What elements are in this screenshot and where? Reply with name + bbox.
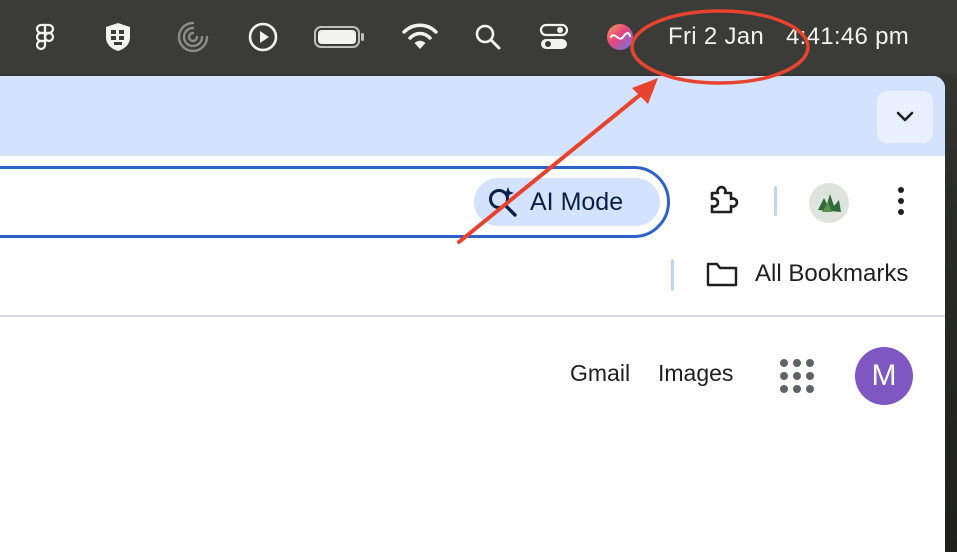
- all-bookmarks-label: All Bookmarks: [755, 260, 909, 287]
- ai-search-icon: [489, 187, 517, 217]
- activity-ring-icon[interactable]: [175, 20, 211, 54]
- puzzle-icon: [710, 185, 739, 214]
- extensions-button[interactable]: [703, 181, 743, 221]
- control-center-icon[interactable]: [538, 20, 570, 54]
- menu-bar-date[interactable]: Fri 2 Jan: [668, 20, 764, 54]
- more-vert-icon: [898, 187, 904, 215]
- ai-mode-label: AI Mode: [530, 187, 624, 216]
- profile-avatar[interactable]: [809, 183, 849, 223]
- profile-picture-icon: [818, 194, 841, 212]
- account-avatar[interactable]: M: [855, 347, 913, 405]
- all-bookmarks-button[interactable]: All Bookmarks: [705, 256, 908, 292]
- shield-grid-icon[interactable]: [101, 20, 135, 54]
- browser-toolbar: AI Mode: [0, 156, 945, 242]
- battery-icon[interactable]: [312, 20, 366, 54]
- page-content: Gmail Images M: [0, 317, 945, 552]
- toolbar-separator: [774, 186, 777, 216]
- ai-mode-button[interactable]: AI Mode: [474, 178, 660, 226]
- figma-icon[interactable]: [30, 20, 60, 54]
- gmail-link[interactable]: Gmail: [570, 360, 630, 387]
- chevron-down-icon: [896, 111, 914, 122]
- tab-strip: [0, 76, 945, 156]
- folder-icon: [706, 262, 738, 287]
- images-link[interactable]: Images: [658, 360, 733, 387]
- browser-window: AI Mode All Bookmarks Gmail Images M: [0, 76, 945, 552]
- tab-search-button[interactable]: [877, 91, 933, 143]
- bookmarks-separator: [671, 259, 674, 291]
- bookmarks-bar: All Bookmarks: [0, 242, 945, 317]
- google-apps-button[interactable]: [780, 359, 814, 393]
- menu-bar: Fri 2 Jan 4:41:46 pm: [0, 0, 957, 74]
- play-circle-icon[interactable]: [246, 20, 280, 54]
- menu-bar-time[interactable]: 4:41:46 pm: [786, 20, 909, 54]
- siri-icon[interactable]: [603, 20, 637, 54]
- wifi-icon[interactable]: [400, 20, 440, 54]
- browser-menu-button[interactable]: [886, 181, 916, 221]
- spotlight-search-icon[interactable]: [472, 20, 504, 54]
